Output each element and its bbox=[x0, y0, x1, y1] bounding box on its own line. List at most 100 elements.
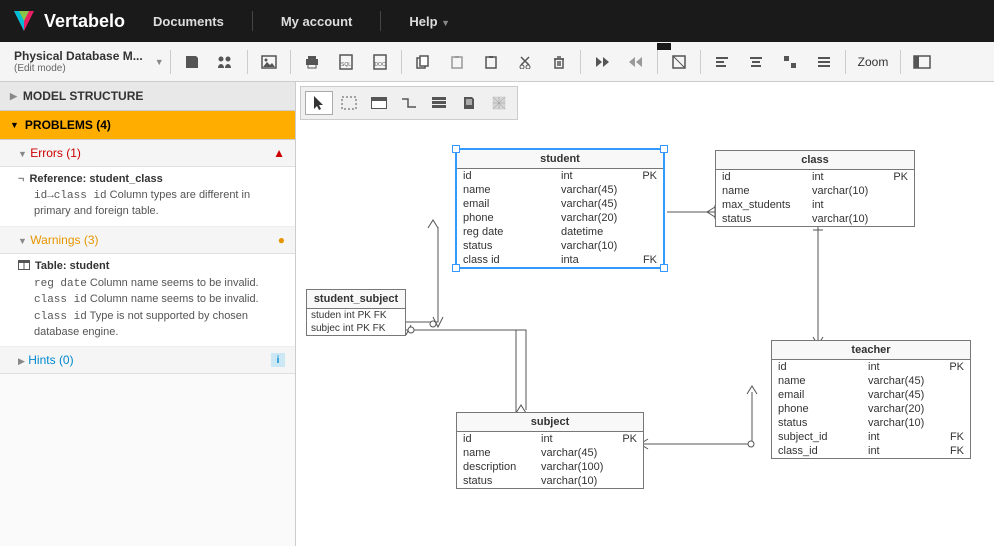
column-row: statusvarchar(10) bbox=[457, 239, 663, 253]
nav-myaccount[interactable]: My account bbox=[273, 14, 361, 29]
sql-export-button[interactable]: SQL bbox=[331, 48, 361, 76]
doc-title-area[interactable]: Physical Database M... (Edit mode) bbox=[6, 49, 151, 74]
divider bbox=[252, 11, 253, 31]
chevron-down-icon: ▼ bbox=[10, 120, 19, 130]
svg-text:DOC: DOC bbox=[374, 62, 386, 68]
entity-title: subject bbox=[457, 413, 643, 432]
entity-class[interactable]: class idintPKnamevarchar(10)max_students… bbox=[715, 150, 915, 227]
panel-model-structure[interactable]: ▶ MODEL STRUCTURE bbox=[0, 82, 295, 111]
entity-student-subject[interactable]: student_subject studenintPK FKsubjecintP… bbox=[306, 289, 406, 336]
resize-handle[interactable] bbox=[452, 264, 460, 272]
print-button[interactable] bbox=[297, 48, 327, 76]
doc-mode: (Edit mode) bbox=[14, 63, 143, 74]
column-row: class_idintFK bbox=[772, 444, 970, 458]
image-export-button[interactable] bbox=[254, 48, 284, 76]
save-button[interactable] bbox=[177, 48, 207, 76]
chevron-down-icon: ▼ bbox=[18, 236, 27, 246]
marquee-tool[interactable] bbox=[335, 91, 363, 115]
note-tool[interactable] bbox=[455, 91, 483, 115]
cut-button[interactable] bbox=[510, 48, 540, 76]
column-row: studenintPK FK bbox=[307, 309, 405, 322]
column-row: subjecintPK FK bbox=[307, 322, 405, 335]
error-icon: ▲ bbox=[273, 146, 285, 160]
column-row: class idintaFK bbox=[457, 253, 663, 267]
area-tool[interactable] bbox=[485, 91, 513, 115]
entity-columns: idintPKnamevarchar(45)emailvarchar(45)ph… bbox=[772, 360, 970, 458]
column-row: statusvarchar(10) bbox=[772, 416, 970, 430]
column-row: idintPK bbox=[772, 360, 970, 374]
section-hints[interactable]: ▶ Hints (0) i bbox=[0, 347, 295, 374]
column-row: namevarchar(45) bbox=[457, 446, 643, 460]
paste-shortcut-button[interactable] bbox=[442, 48, 472, 76]
entity-columns: idintPKnamevarchar(45)descriptionvarchar… bbox=[457, 432, 643, 488]
fit-button[interactable] bbox=[664, 48, 694, 76]
copy-button[interactable] bbox=[408, 48, 438, 76]
topbar: Vertabelo Documents My account Help ▼ bbox=[0, 0, 994, 42]
logo[interactable]: Vertabelo bbox=[12, 9, 125, 33]
logo-icon bbox=[12, 9, 36, 33]
column-row: idintPK bbox=[457, 432, 643, 446]
reference-icon: ¬ bbox=[18, 173, 24, 185]
column-row: namevarchar(45) bbox=[772, 374, 970, 388]
table-tool[interactable] bbox=[365, 91, 393, 115]
problem-item-table[interactable]: Table: student reg date Column name seem… bbox=[0, 254, 295, 348]
column-row: subject_idintFK bbox=[772, 430, 970, 444]
info-icon: i bbox=[271, 353, 285, 367]
align-left-button[interactable] bbox=[707, 48, 737, 76]
entity-columns: idintPKnamevarchar(45)emailvarchar(45)ph… bbox=[457, 169, 663, 267]
entity-title: teacher bbox=[772, 341, 970, 360]
column-row: phonevarchar(20) bbox=[457, 211, 663, 225]
chevron-right-icon: ▶ bbox=[18, 356, 25, 366]
column-row: idintPK bbox=[716, 170, 914, 184]
pointer-tool[interactable] bbox=[305, 91, 333, 115]
align-distribute-button[interactable] bbox=[775, 48, 805, 76]
logo-text: Vertabelo bbox=[44, 11, 125, 32]
column-row: idintPK bbox=[457, 169, 663, 183]
entity-title: student_subject bbox=[307, 290, 405, 309]
column-row: phonevarchar(20) bbox=[772, 402, 970, 416]
chevron-right-icon: ▶ bbox=[10, 91, 17, 102]
reference-tool[interactable] bbox=[395, 91, 423, 115]
problem-item-reference[interactable]: ¬Reference: student_class id→class id Co… bbox=[0, 167, 295, 227]
redo-button[interactable] bbox=[621, 48, 651, 76]
zoom-label[interactable]: Zoom bbox=[852, 55, 895, 69]
resize-handle[interactable] bbox=[660, 264, 668, 272]
column-row: namevarchar(10) bbox=[716, 184, 914, 198]
panel-toggle-button[interactable] bbox=[907, 48, 937, 76]
chevron-down-icon: ▼ bbox=[441, 18, 450, 28]
doc-title: Physical Database M... bbox=[14, 49, 143, 63]
align-button[interactable] bbox=[809, 48, 839, 76]
column-row: descriptionvarchar(100) bbox=[457, 460, 643, 474]
canvas[interactable]: student idintPKnamevarchar(45)emailvarch… bbox=[296, 82, 994, 546]
undo-button[interactable] bbox=[587, 48, 617, 76]
nav-documents[interactable]: Documents bbox=[145, 14, 232, 29]
delete-button[interactable] bbox=[544, 48, 574, 76]
column-row: reg datedatetime bbox=[457, 225, 663, 239]
column-row: namevarchar(45) bbox=[457, 183, 663, 197]
section-errors[interactable]: ▼ Errors (1) ▲ bbox=[0, 140, 295, 167]
resize-handle[interactable] bbox=[452, 145, 460, 153]
canvas-toolbar bbox=[300, 86, 518, 120]
column-row: max_studentsint bbox=[716, 198, 914, 212]
column-row: emailvarchar(45) bbox=[457, 197, 663, 211]
divider bbox=[380, 11, 381, 31]
nav-help[interactable]: Help ▼ bbox=[401, 14, 458, 29]
sidebar: ▶ MODEL STRUCTURE ▼ PROBLEMS (4) ▼ Error… bbox=[0, 82, 296, 546]
resize-handle[interactable] bbox=[660, 145, 668, 153]
doc-export-button[interactable]: DOC bbox=[365, 48, 395, 76]
column-row: statusvarchar(10) bbox=[716, 212, 914, 226]
entity-student[interactable]: student idintPKnamevarchar(45)emailvarch… bbox=[455, 148, 665, 269]
chevron-down-icon[interactable]: ▼ bbox=[155, 57, 164, 67]
view-tool[interactable] bbox=[425, 91, 453, 115]
panel-problems[interactable]: ▼ PROBLEMS (4) bbox=[0, 111, 295, 140]
paste-button[interactable] bbox=[476, 48, 506, 76]
warning-icon: ● bbox=[278, 233, 285, 247]
entity-columns: idintPKnamevarchar(10)max_studentsintsta… bbox=[716, 170, 914, 226]
entity-subject[interactable]: subject idintPKnamevarchar(45)descriptio… bbox=[456, 412, 644, 489]
entity-title: student bbox=[457, 150, 663, 169]
align-center-button[interactable] bbox=[741, 48, 771, 76]
entity-teacher[interactable]: teacher idintPKnamevarchar(45)emailvarch… bbox=[771, 340, 971, 459]
section-warnings[interactable]: ▼ Warnings (3) ● bbox=[0, 227, 295, 254]
share-button[interactable] bbox=[211, 48, 241, 76]
svg-text:SQL: SQL bbox=[341, 62, 351, 68]
